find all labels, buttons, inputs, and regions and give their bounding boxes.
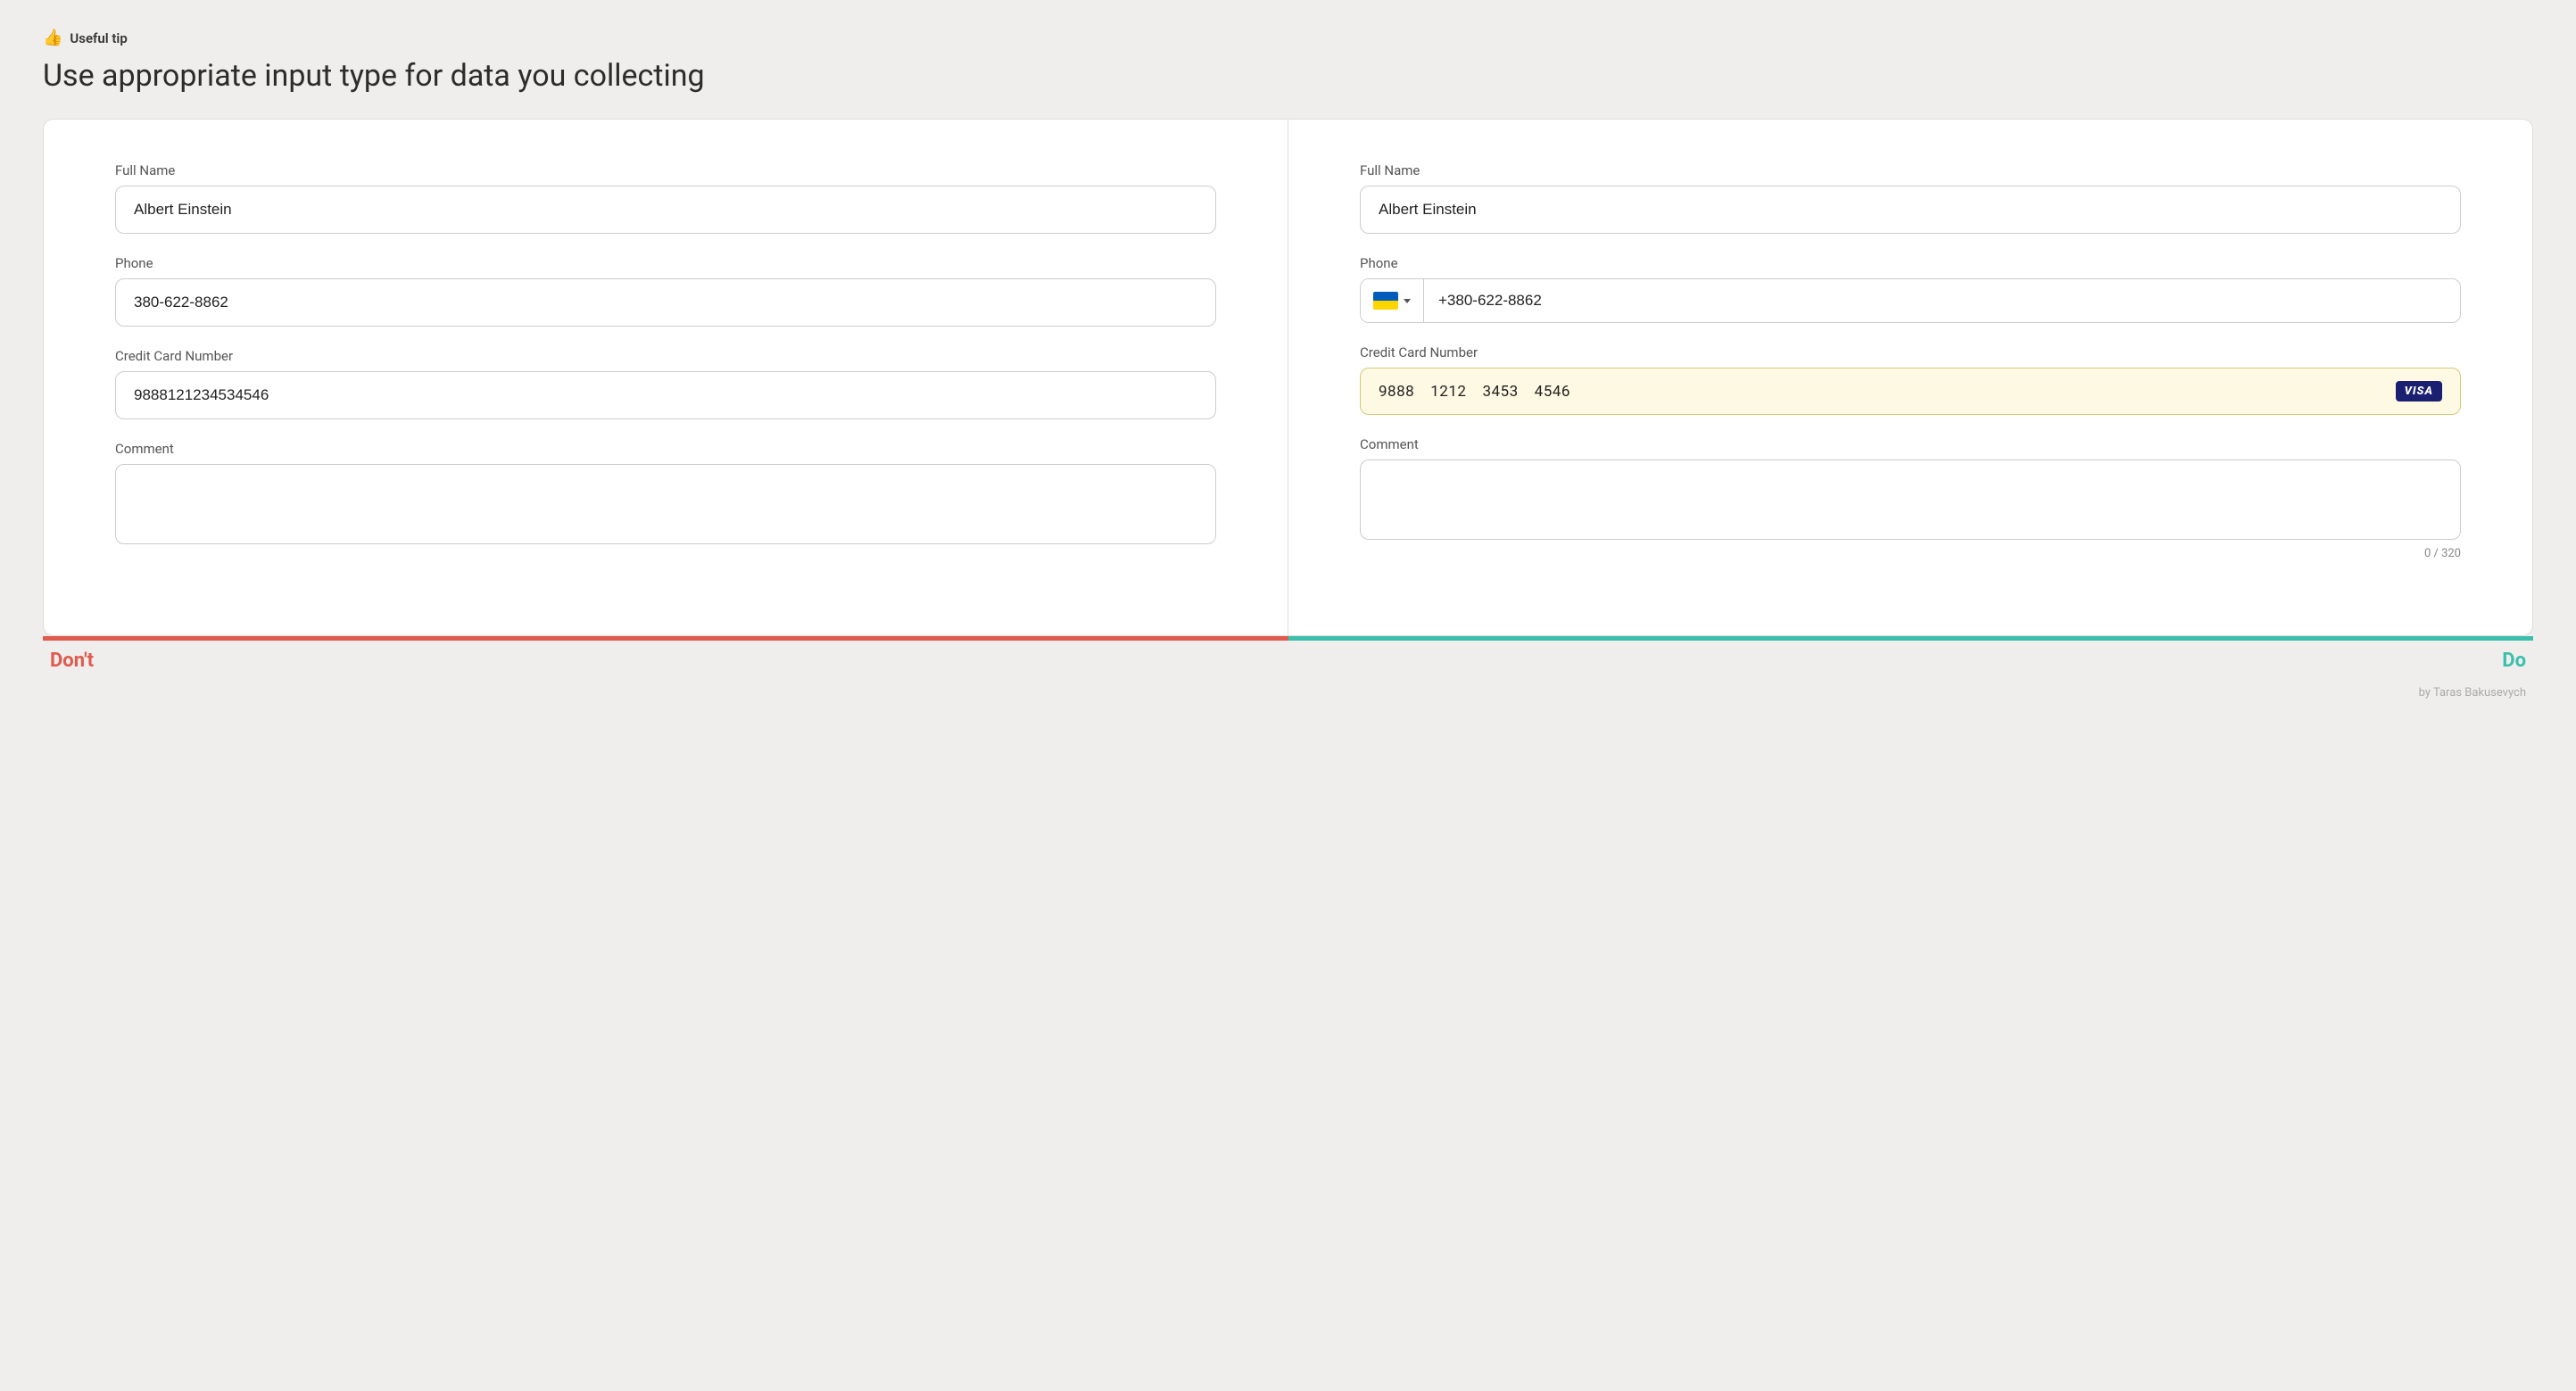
useful-tip-row: 👍 Useful tip — [43, 29, 2533, 47]
left-full-name-group: Full Name — [115, 162, 1216, 234]
textarea-wrapper: 0 / 320 — [1360, 460, 2461, 560]
left-full-name-label: Full Name — [115, 162, 1216, 178]
chevron-down-icon — [1404, 299, 1411, 303]
ukraine-flag — [1373, 292, 1398, 310]
do-label: Do — [2502, 650, 2526, 672]
right-full-name-group: Full Name — [1360, 162, 2461, 234]
do-bar — [1288, 636, 2534, 641]
right-comment-label: Comment — [1360, 436, 2461, 452]
panel-label-row: Don't Do — [43, 641, 2533, 672]
right-phone-group: Phone — [1360, 255, 2461, 323]
right-full-name-label: Full Name — [1360, 162, 2461, 178]
right-panel: Full Name Phone Credit Card Number — [1288, 120, 2532, 635]
page-title: Use appropriate input type for data you … — [43, 58, 2533, 94]
left-credit-card-input[interactable] — [115, 371, 1216, 419]
card-num-3: 3453 — [1482, 383, 1518, 401]
right-comment-input[interactable] — [1360, 460, 2461, 540]
right-credit-card-label: Credit Card Number — [1360, 344, 2461, 360]
dont-bar — [43, 636, 1288, 641]
comparison-container: Full Name Phone Credit Card Number Comme… — [43, 119, 2533, 636]
card-numbers: 9888 1212 3453 4546 — [1379, 383, 1570, 401]
card-num-1: 9888 — [1379, 383, 1414, 401]
left-comment-input[interactable] — [115, 464, 1216, 544]
footer-credit: by Taras Bakusevych — [43, 686, 2533, 700]
tip-label: Useful tip — [70, 30, 127, 46]
card-num-2: 1212 — [1430, 383, 1466, 401]
phone-input-group — [1360, 278, 2461, 323]
bottom-section: Don't Do — [43, 636, 2533, 672]
left-panel: Full Name Phone Credit Card Number Comme… — [44, 120, 1288, 635]
card-num-4: 4546 — [1535, 383, 1570, 401]
left-full-name-input[interactable] — [115, 186, 1216, 234]
right-full-name-input[interactable] — [1360, 186, 2461, 234]
visa-badge: VISA — [2396, 381, 2442, 402]
right-credit-card-group: Credit Card Number 9888 1212 3453 4546 V… — [1360, 344, 2461, 415]
left-comment-label: Comment — [115, 441, 1216, 457]
char-count: 0 / 320 — [1360, 547, 2461, 560]
thumb-icon: 👍 — [43, 29, 62, 47]
left-phone-label: Phone — [115, 255, 1216, 271]
left-phone-input[interactable] — [115, 278, 1216, 327]
left-comment-group: Comment — [115, 441, 1216, 548]
dont-label: Don't — [50, 650, 94, 672]
left-phone-group: Phone — [115, 255, 1216, 327]
right-phone-label: Phone — [1360, 255, 2461, 271]
right-comment-group: Comment 0 / 320 — [1360, 436, 2461, 560]
credit-card-display[interactable]: 9888 1212 3453 4546 VISA — [1360, 368, 2461, 415]
country-selector[interactable] — [1361, 279, 1424, 322]
right-phone-input[interactable] — [1424, 279, 2460, 322]
left-credit-card-label: Credit Card Number — [115, 348, 1216, 364]
left-credit-card-group: Credit Card Number — [115, 348, 1216, 419]
